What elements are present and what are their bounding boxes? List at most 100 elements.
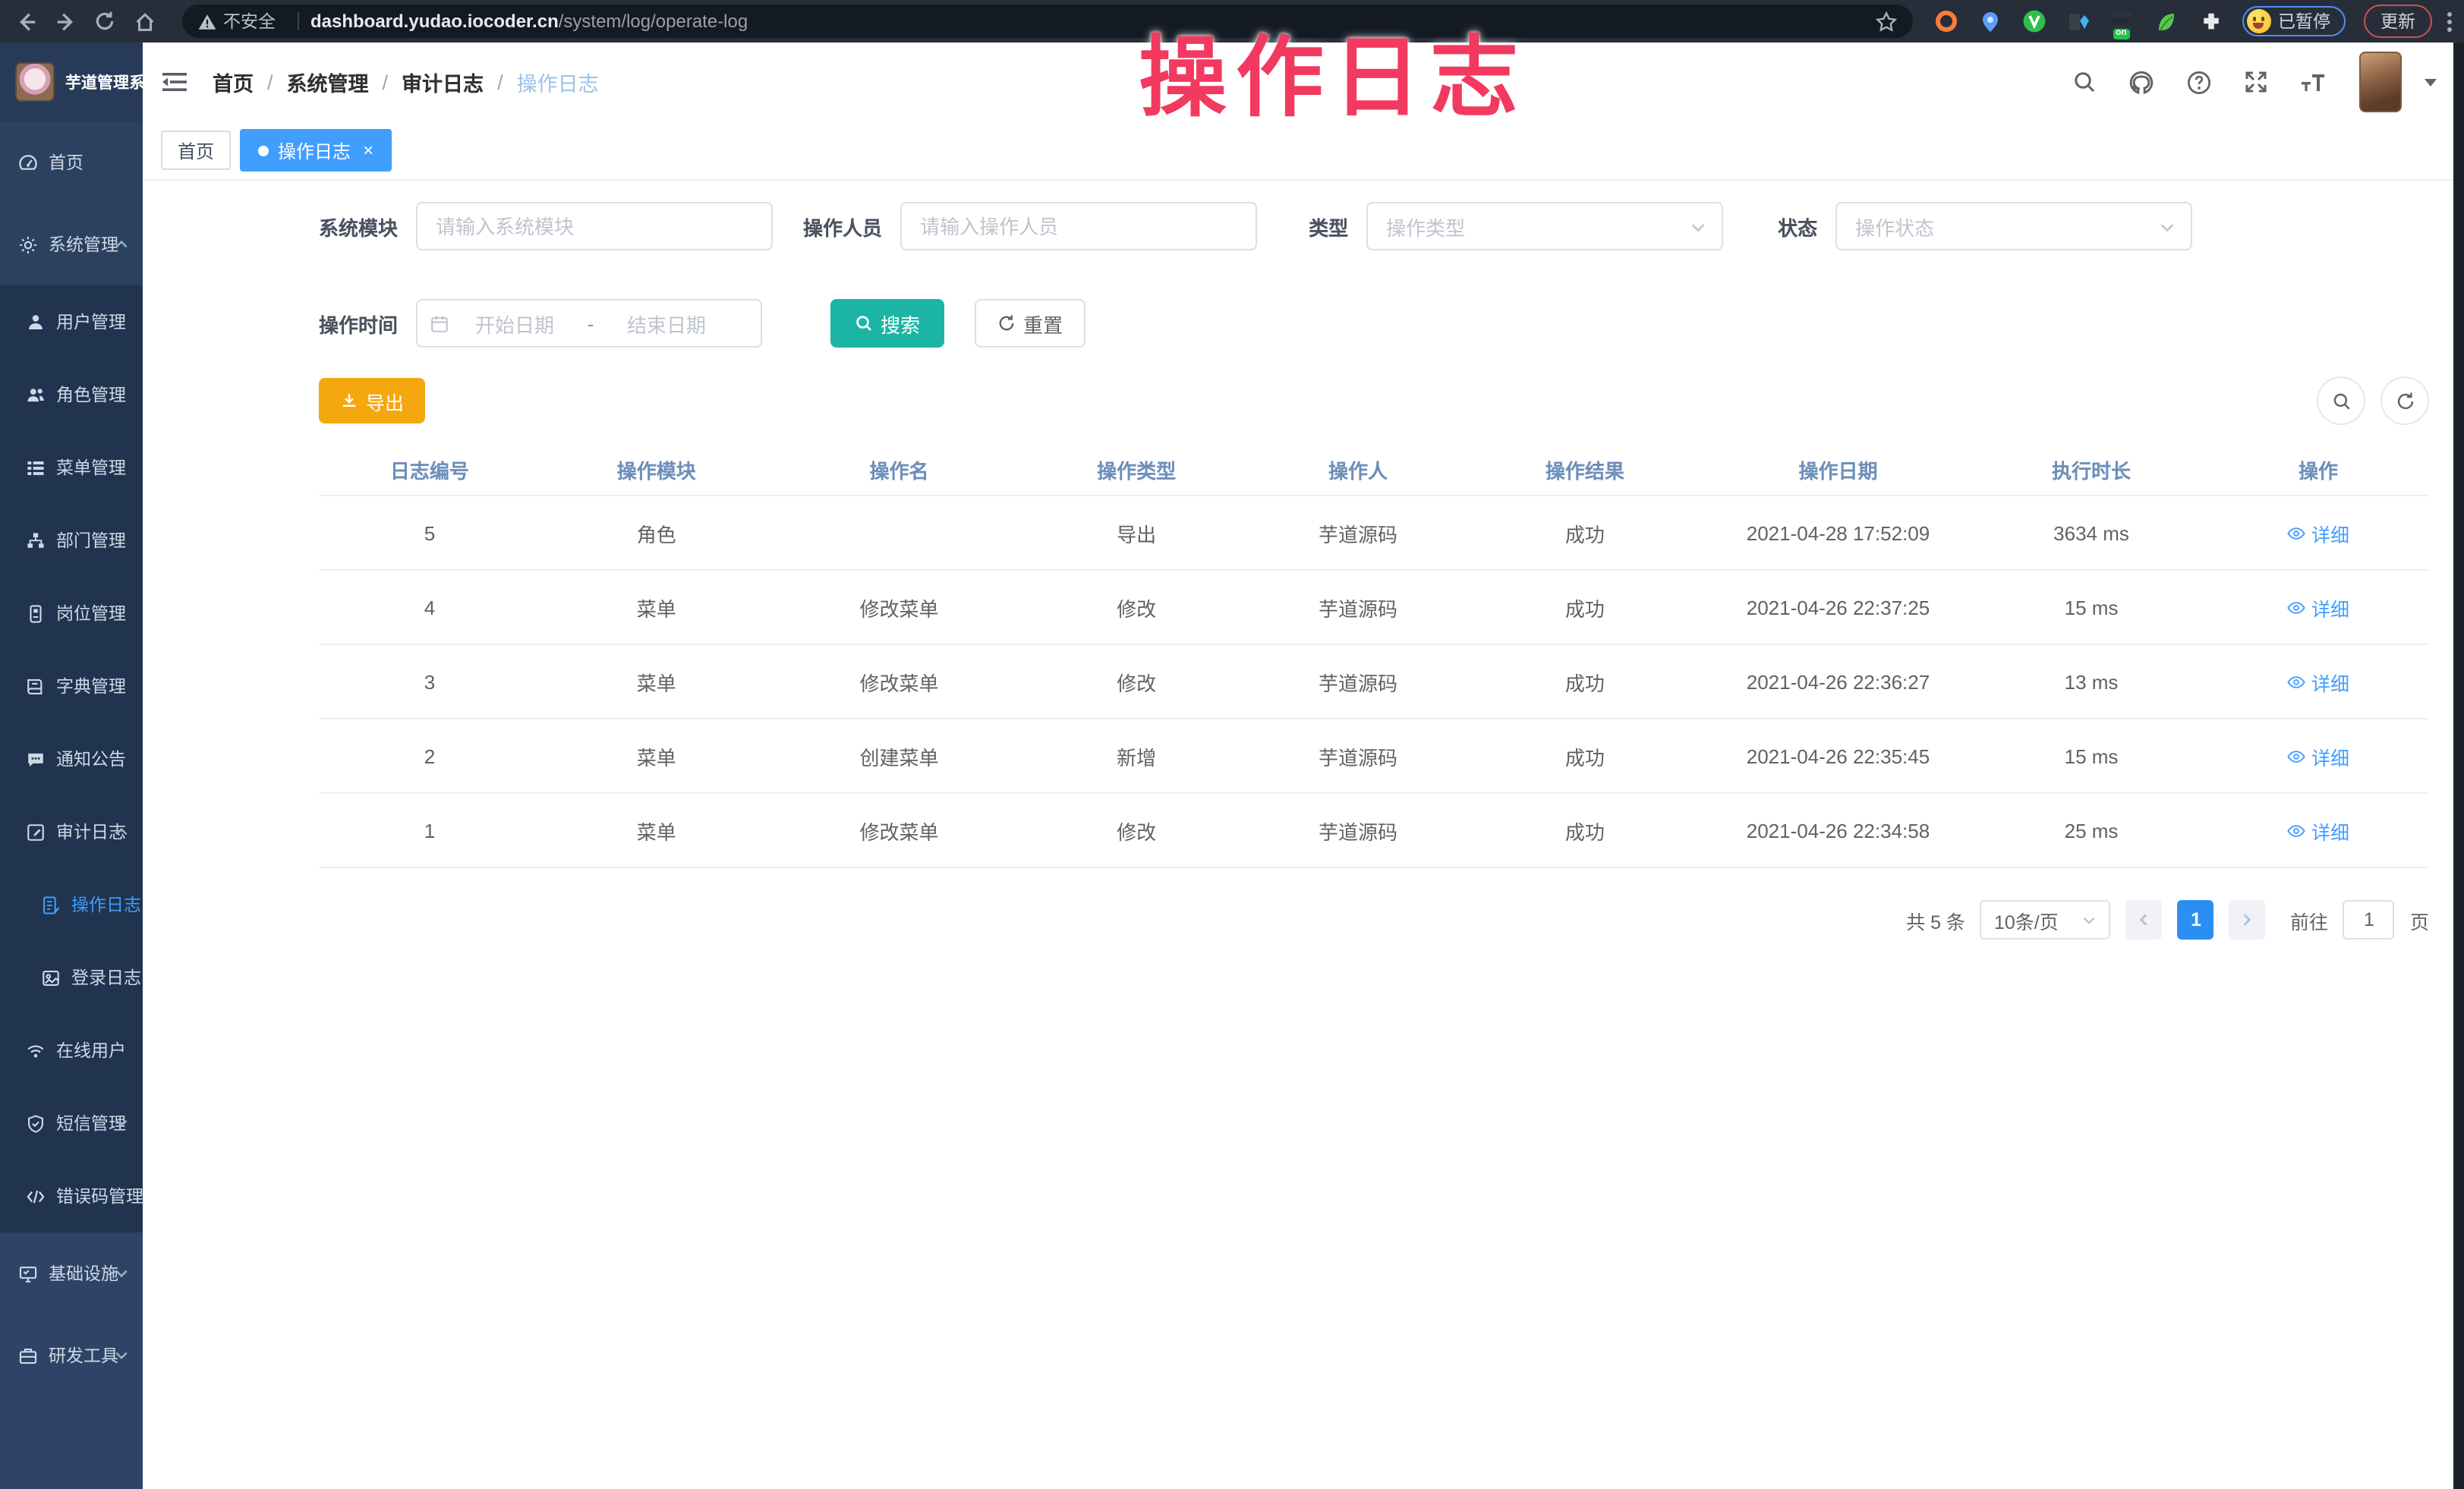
login-log-icon — [41, 968, 61, 987]
search-icon[interactable] — [2072, 70, 2097, 94]
download-icon — [340, 392, 358, 410]
detail-link[interactable]: 详细 — [2287, 593, 2349, 622]
extension-on-badge: on — [2113, 28, 2130, 39]
sidebar-item-operate-log[interactable]: 操作日志 — [0, 868, 143, 941]
export-button[interactable]: 导出 — [319, 378, 425, 423]
eye-icon — [2287, 597, 2307, 617]
type-select[interactable]: 操作类型 — [1366, 202, 1723, 250]
breadcrumb-home[interactable]: 首页 — [213, 67, 254, 97]
next-page-button[interactable] — [2229, 900, 2266, 940]
browser-back-icon[interactable] — [9, 5, 43, 38]
calendar-icon — [430, 313, 449, 333]
sidebar-item-audit-log[interactable]: 审计日志 — [0, 795, 143, 868]
extension-leaf-icon[interactable] — [2154, 8, 2179, 34]
chevron-right-icon — [2240, 912, 2255, 927]
col-operator: 操作人 — [1247, 443, 1469, 496]
briefcase-icon — [18, 1346, 38, 1365]
goto-page-input[interactable] — [2343, 900, 2395, 940]
reset-button[interactable]: 重置 — [975, 299, 1085, 348]
sidebar-item-error-code-management[interactable]: 错误码管理 — [0, 1160, 143, 1232]
gear-icon — [18, 235, 38, 254]
sidebar-item-infrastructure[interactable]: 基础设施 — [0, 1232, 143, 1314]
sidebar-item-notice-announcement[interactable]: 通知公告 — [0, 722, 143, 795]
bookmark-star-icon[interactable] — [1874, 10, 1897, 33]
browser-update-button[interactable]: 更新 — [2364, 5, 2432, 38]
detail-link[interactable]: 详细 — [2287, 816, 2349, 845]
sidebar-item-system-management[interactable]: 系统管理 — [0, 203, 143, 285]
eye-icon — [2287, 746, 2307, 766]
extension-v-icon[interactable] — [2021, 8, 2047, 34]
status-select[interactable]: 操作状态 — [1835, 202, 2192, 250]
extension-pin-icon[interactable] — [1977, 8, 2003, 34]
refresh-table-button[interactable] — [2381, 376, 2429, 425]
header-actions — [2072, 52, 2437, 112]
menu-tree-icon — [26, 458, 46, 477]
breadcrumb-system[interactable]: 系统管理 — [287, 67, 369, 97]
breadcrumb-audit-log[interactable]: 审计日志 — [402, 67, 484, 97]
prev-page-button[interactable] — [2126, 900, 2163, 940]
filter-operator: 操作人员 — [803, 202, 1257, 250]
audit-log-icon — [26, 822, 46, 842]
end-date-placeholder: 结束日期 — [610, 309, 723, 338]
app-logo-row[interactable]: 芋道管理系统 — [0, 42, 143, 121]
browser-reload-icon[interactable] — [88, 5, 121, 38]
eye-icon — [2287, 820, 2307, 840]
detail-link[interactable]: 详细 — [2287, 741, 2349, 770]
scrollbar-track[interactable] — [2453, 42, 2464, 1489]
tags-view-bar: 首页 操作日志 × — [143, 121, 2464, 181]
extension-ring-icon[interactable] — [1933, 8, 1959, 34]
pagination: 共 5 条 10条/页 1 前往 页 — [319, 900, 2429, 940]
sidebar-item-dict-management[interactable]: 字典管理 — [0, 650, 143, 722]
date-range-picker[interactable]: 开始日期 - 结束日期 — [416, 299, 762, 348]
tab-home[interactable]: 首页 — [161, 131, 231, 170]
search-icon — [855, 314, 873, 332]
avatar-caret-icon[interactable] — [2425, 78, 2437, 86]
filter-type: 类型 操作类型 — [1309, 202, 1723, 250]
tab-operate-log[interactable]: 操作日志 × — [240, 129, 392, 172]
sidebar: 芋道管理系统 首页 系统管理 用户管理 — [0, 42, 143, 1489]
module-input[interactable] — [416, 202, 773, 250]
detail-link[interactable]: 详细 — [2287, 518, 2349, 547]
fullscreen-icon[interactable] — [2244, 70, 2268, 94]
browser-menu-icon[interactable] — [2447, 11, 2452, 31]
browser-home-icon[interactable] — [128, 5, 161, 38]
address-bar[interactable]: 不安全 dashboard.yudao.iocoder.cn /system/l… — [182, 5, 1912, 38]
search-button[interactable]: 搜索 — [830, 299, 944, 348]
sidebar-collapse-icon[interactable] — [161, 68, 188, 96]
sidebar-item-sms-management[interactable]: 短信管理 — [0, 1087, 143, 1160]
system-submenu: 用户管理 角色管理 菜单管理 部门管理 — [0, 285, 143, 1232]
org-tree-icon — [26, 530, 46, 550]
page-size-select[interactable]: 10条/页 — [1980, 900, 2111, 940]
refresh-icon — [997, 314, 1016, 332]
detail-link[interactable]: 详细 — [2287, 667, 2349, 696]
sidebar-item-dev-tools[interactable]: 研发工具 — [0, 1314, 143, 1396]
tab-close-icon[interactable]: × — [363, 141, 373, 159]
show-search-button[interactable] — [2317, 376, 2365, 425]
filter-time: 操作时间 开始日期 - 结束日期 — [319, 299, 762, 348]
puzzle-icon[interactable] — [2198, 8, 2223, 34]
sidebar-item-online-users[interactable]: 在线用户 — [0, 1014, 143, 1087]
page-number-1[interactable]: 1 — [2178, 900, 2214, 940]
extension-gem-icon[interactable] — [2065, 8, 2091, 34]
sidebar-item-role-management[interactable]: 角色管理 — [0, 358, 143, 431]
filter-module: 系统模块 — [319, 202, 773, 250]
sidebar-item-user-management[interactable]: 用户管理 — [0, 285, 143, 358]
sidebar-item-login-log[interactable]: 登录日志 — [0, 941, 143, 1014]
user-avatar[interactable] — [2359, 52, 2402, 112]
dashboard-icon — [18, 153, 38, 172]
font-size-icon[interactable] — [2300, 70, 2327, 94]
sidebar-item-post-management[interactable]: 岗位管理 — [0, 577, 143, 650]
sidebar-item-home[interactable]: 首页 — [0, 121, 143, 203]
profile-emoji-icon — [2246, 9, 2270, 33]
extension-stack-icon[interactable]: on — [2110, 8, 2135, 34]
filter-row-1: 系统模块 操作人员 类型 操作类型 — [319, 202, 2429, 250]
browser-forward-icon[interactable] — [49, 5, 82, 38]
extensions-row: on — [1933, 8, 2223, 34]
help-icon[interactable] — [2186, 69, 2212, 95]
browser-profile-chip[interactable]: 已暂停 — [2242, 6, 2346, 36]
sidebar-item-menu-management[interactable]: 菜单管理 — [0, 431, 143, 504]
operator-input[interactable] — [900, 202, 1257, 250]
github-icon[interactable] — [2128, 69, 2154, 95]
chevron-up-icon — [114, 237, 129, 252]
sidebar-item-department-management[interactable]: 部门管理 — [0, 504, 143, 577]
